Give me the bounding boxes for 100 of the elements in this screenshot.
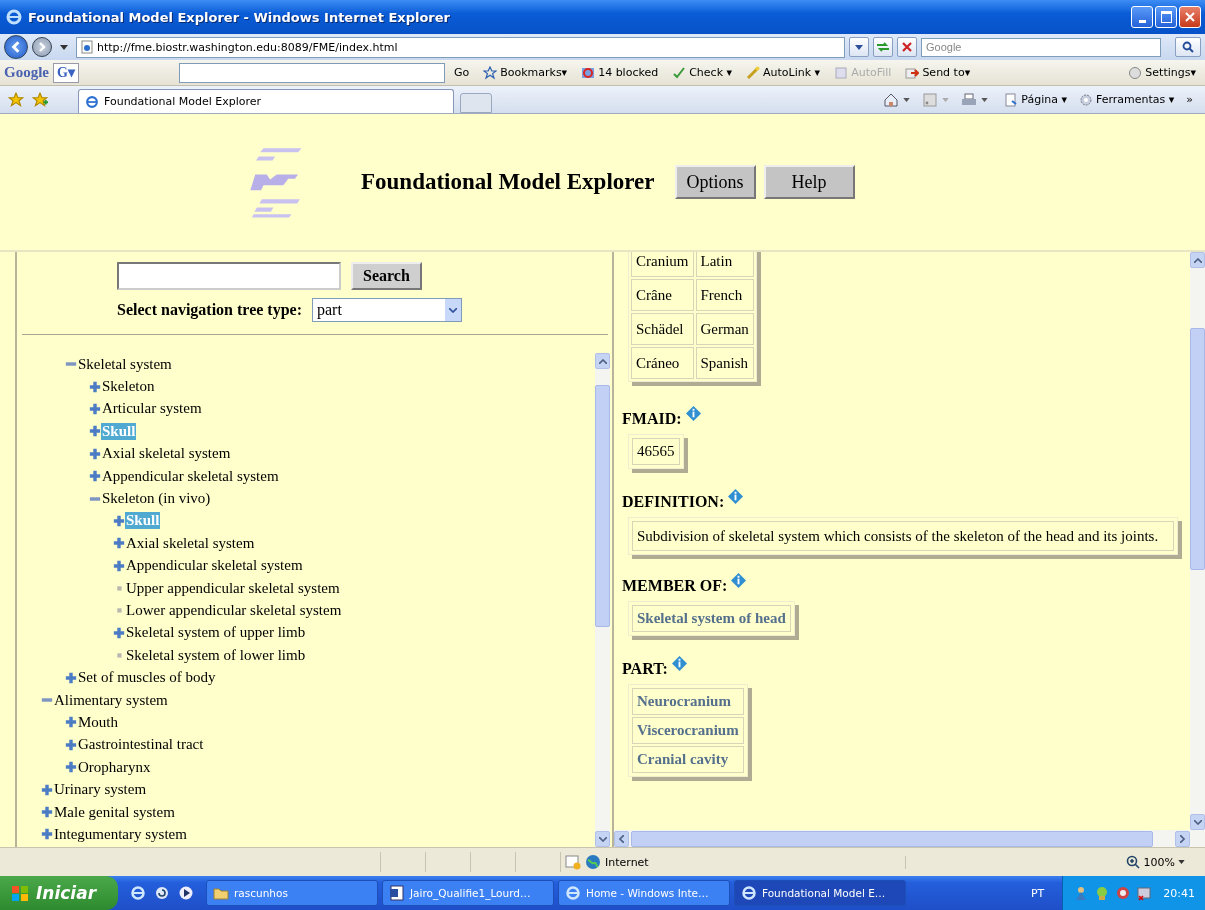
toolbar-button[interactable]: Send to▾ (900, 65, 976, 80)
search-button[interactable] (1175, 37, 1201, 57)
caret-icon[interactable] (60, 44, 68, 50)
expand-icon[interactable] (89, 425, 101, 438)
expand-icon[interactable] (65, 738, 77, 751)
tree-item[interactable]: Upper appendicular skeletal system (125, 579, 341, 597)
menu-button[interactable]: G▾ (53, 62, 79, 83)
address-field[interactable]: http://fme.biostr.washington.edu:8089/FME/index.html (76, 36, 845, 58)
toolbar-search-field[interactable] (178, 62, 445, 83)
toolbar-button[interactable]: AutoLink ▾ (741, 65, 826, 80)
caret-icon[interactable] (903, 97, 911, 102)
tree-item[interactable]: Axial skeletal system (125, 534, 256, 552)
start-button[interactable]: Iniciar (0, 876, 118, 910)
stop-button[interactable] (897, 37, 917, 57)
toolbar-button[interactable]: Go (448, 66, 475, 79)
tree-item[interactable]: Skeleton (101, 378, 156, 396)
header-button[interactable]: Options (674, 165, 756, 199)
dropdown-button[interactable] (849, 37, 869, 57)
close-button[interactable] (1179, 6, 1201, 28)
taskbar-button[interactable]: Foundational Model E… (734, 880, 906, 906)
scroll-right-icon[interactable] (1180, 834, 1185, 843)
scroll-left-icon[interactable] (619, 834, 624, 843)
language-indicator[interactable]: PT (1016, 886, 1059, 900)
tree-item[interactable]: Set of muscles of body (77, 669, 217, 687)
expand-icon[interactable] (65, 671, 77, 684)
expand-icon[interactable] (41, 828, 53, 841)
term-link[interactable]: Cranial cavity (632, 746, 744, 774)
expand-icon[interactable] (65, 716, 77, 729)
tree-item[interactable]: Male genital system (53, 803, 176, 821)
term-link[interactable]: Skeletal system of head (632, 605, 791, 633)
info-icon[interactable] (728, 489, 744, 504)
search-field[interactable] (117, 262, 341, 290)
taskbar-button[interactable]: Jairo_Qualifie1_Lourd… (382, 880, 554, 906)
scroll-up-icon[interactable] (1193, 257, 1202, 263)
refresh-icon[interactable] (154, 885, 170, 901)
tree-item[interactable]: Alimentary system (53, 691, 169, 709)
taskbar-button[interactable]: rascunhos (206, 880, 378, 906)
expand-icon[interactable] (113, 537, 125, 550)
search-button[interactable]: Search (351, 262, 422, 290)
info-icon[interactable] (731, 573, 747, 589)
security-icon[interactable] (1136, 885, 1153, 901)
toolbar-button[interactable]: Bookmarks▾ (478, 65, 573, 80)
caret-icon[interactable] (981, 97, 989, 102)
tree-item[interactable]: Articular system (101, 400, 203, 418)
toolbar-button[interactable]: 14 blocked (576, 65, 664, 80)
expand-icon[interactable] (113, 514, 125, 527)
tree-item[interactable]: Skeletal system of upper limb (125, 624, 307, 642)
scrollbar[interactable] (595, 353, 610, 847)
expand-icon[interactable] (89, 402, 101, 415)
settings-button[interactable]: Settings▾ (1123, 65, 1201, 80)
browser-tab[interactable]: Foundational Model Explorer (78, 89, 454, 113)
refresh-button[interactable] (873, 37, 893, 57)
scroll-up-icon[interactable] (598, 358, 607, 364)
tree-type-select[interactable]: part (312, 298, 462, 322)
scrollbar[interactable] (1190, 252, 1205, 830)
tree-item[interactable]: Skeletal system of lower limb (125, 646, 307, 664)
tree-item[interactable]: Oropharynx (77, 758, 152, 776)
header-button[interactable]: Help (763, 165, 855, 199)
back-button[interactable] (4, 35, 28, 59)
browser-icon[interactable] (130, 885, 146, 901)
speaker-icon[interactable] (1115, 885, 1132, 901)
tree-item[interactable]: Mouth (77, 713, 119, 731)
maximize-button[interactable] (1155, 6, 1177, 28)
toolbar-button[interactable]: Check ▾ (667, 65, 738, 80)
expand-icon[interactable] (113, 626, 125, 639)
expand-icon[interactable] (113, 559, 125, 572)
tree-item[interactable]: Urinary system (53, 781, 148, 799)
tree-item[interactable]: Appendicular skeletal system (125, 557, 304, 575)
add-favorite-icon[interactable] (32, 91, 48, 108)
tree-item[interactable]: Lower appendicular skeletal system (125, 602, 343, 619)
search-field[interactable]: Google (921, 37, 1161, 57)
minimize-button[interactable] (1131, 6, 1153, 28)
tree-item[interactable]: Gastrointestinal tract (77, 736, 205, 754)
command-button[interactable]: Ferramentas ▾ (1074, 92, 1179, 107)
tree-item[interactable]: Axial skeletal system (101, 445, 232, 463)
favorites-icon[interactable] (8, 91, 24, 108)
command-button[interactable]: Página ▾ (1000, 92, 1071, 107)
term-link[interactable]: Neurocranium (632, 688, 744, 716)
command-button[interactable]: » (1182, 93, 1197, 106)
zoom-level[interactable]: 100% (1124, 854, 1185, 870)
expand-icon[interactable] (89, 470, 101, 483)
expand-icon[interactable] (41, 806, 53, 818)
media-player-icon[interactable] (178, 885, 194, 901)
forward-button[interactable] (32, 37, 52, 57)
info-icon[interactable] (671, 656, 687, 672)
tree-item[interactable]: Integumentary system (53, 825, 188, 843)
horizontal-scrollbar[interactable] (614, 830, 1205, 847)
tree-item[interactable]: Appendicular skeletal system (101, 467, 280, 485)
taskbar-button[interactable]: Home - Windows Inte… (558, 880, 730, 906)
scroll-down-icon[interactable] (598, 836, 607, 842)
term-link[interactable]: Viscerocranium (632, 717, 744, 745)
tree-item[interactable]: Skeletal system (77, 355, 173, 373)
tree-item[interactable]: Skeleton (in vivo) (101, 490, 212, 508)
expand-icon[interactable] (41, 783, 53, 796)
scroll-down-icon[interactable] (1193, 819, 1202, 825)
expand-icon[interactable] (89, 380, 101, 393)
expand-icon[interactable] (89, 447, 101, 460)
home-icon[interactable] (883, 91, 900, 108)
info-icon[interactable] (685, 406, 701, 421)
expand-icon[interactable] (65, 761, 77, 774)
